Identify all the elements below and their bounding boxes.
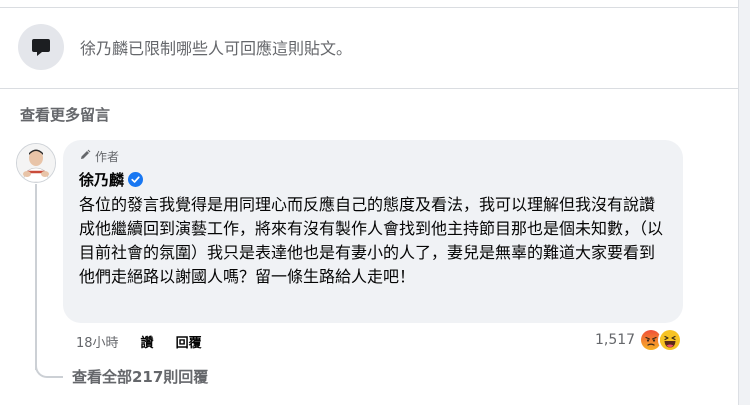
view-more-comments-link[interactable]: 查看更多留言 — [20, 104, 110, 125]
comment-bubble: 作者 徐乃麟 各位的發言我覺得是用同理心而反應自己的態度及看法，我可以理解但我沒… — [63, 140, 683, 323]
reaction-summary[interactable]: 1,517 — [595, 328, 683, 352]
top-divider — [0, 0, 738, 8]
comment-text: 各位的發言我覺得是用同理心而反應自己的態度及看法，我可以理解但我沒有說讚成他繼續… — [79, 195, 664, 286]
comment-timestamp[interactable]: 18小時 — [76, 332, 119, 351]
comment-actions: 18小時 讚 回覆 — [76, 332, 202, 351]
thread-curve — [35, 358, 63, 378]
author-row: 徐乃麟 — [79, 169, 144, 190]
like-button[interactable]: 讚 — [141, 332, 154, 351]
post-comments-card: 徐乃麟已限制哪些人可回應這則貼文。 查看更多留言 作者 徐乃麟 各位的發言我覺得… — [0, 0, 739, 405]
speech-bubble-icon — [18, 24, 64, 70]
section-divider — [0, 88, 738, 89]
haha-emoji-icon — [658, 328, 683, 352]
reply-button[interactable]: 回覆 — [176, 332, 202, 351]
avatar[interactable] — [16, 143, 56, 183]
restriction-text: 徐乃麟已限制哪些人可回應這則貼文。 — [80, 39, 353, 58]
author-name[interactable]: 徐乃麟 — [79, 169, 124, 190]
view-all-replies-link[interactable]: 查看全部217則回覆 — [72, 366, 208, 387]
thread-line — [35, 184, 37, 370]
author-badge-label: 作者 — [95, 150, 120, 164]
restriction-notice: 徐乃麟已限制哪些人可回應這則貼文。 — [18, 23, 352, 71]
verified-badge-icon — [128, 172, 144, 187]
reaction-count: 1,517 — [595, 332, 636, 348]
pencil-icon — [79, 149, 91, 164]
author-badge: 作者 — [79, 148, 119, 165]
